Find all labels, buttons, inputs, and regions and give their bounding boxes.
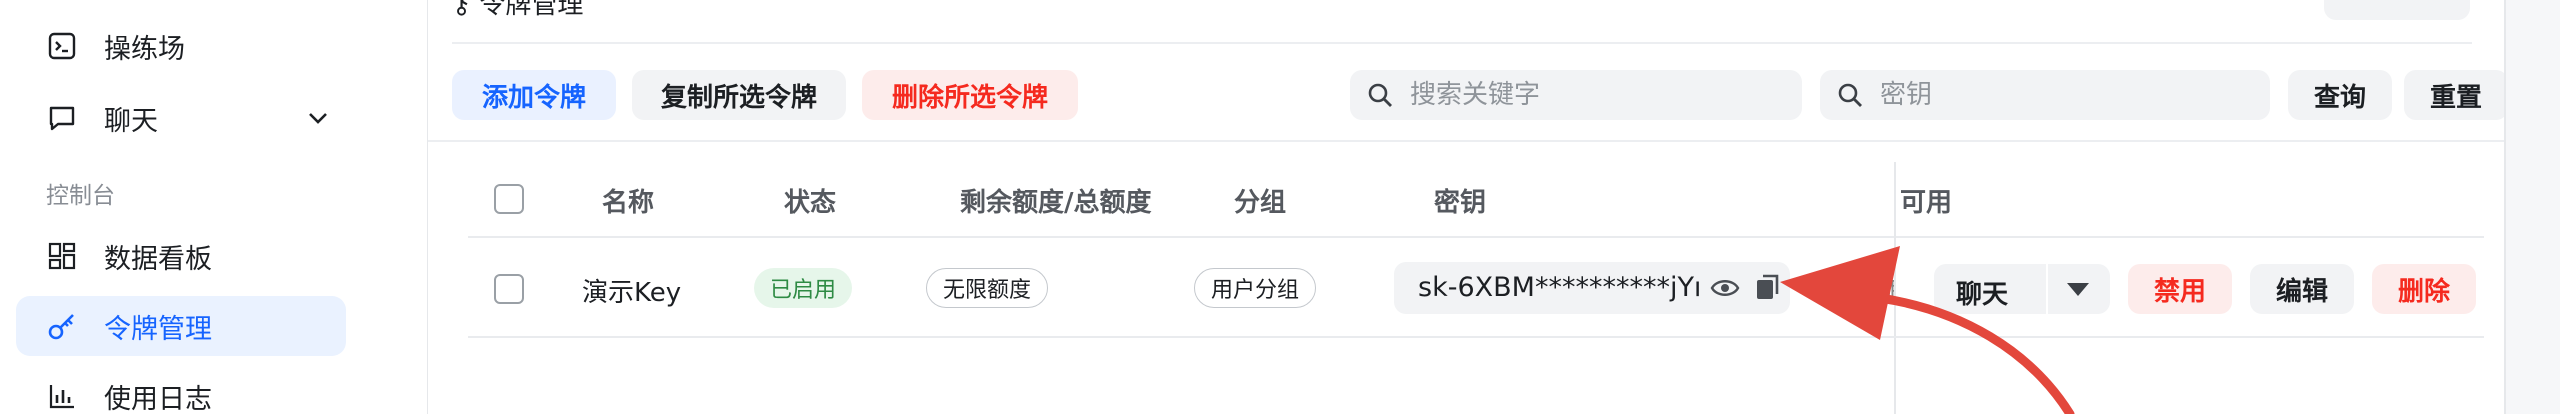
section-label-console: 控制台 — [46, 183, 115, 209]
header-action-button[interactable] — [2324, 0, 2470, 20]
edit-button[interactable]: 编辑 — [2250, 264, 2354, 314]
sidebar-item-label: 聊天 — [104, 105, 158, 137]
sidebar-item-label: 操练场 — [104, 33, 185, 65]
page-title: ⚷ 令牌管理 — [452, 0, 583, 21]
column-header: 密钥 — [1434, 188, 1487, 218]
sidebar-item-playground[interactable]: 操练场 — [16, 16, 346, 76]
key-field: sk-6XBM**********jYı — [1394, 262, 1790, 314]
main-panel: ⚷ 令牌管理 添加令牌 复制所选令牌 删除所选令牌 查询 重置 名称 状态 剩余… — [428, 0, 2508, 414]
disable-button[interactable]: 禁用 — [2128, 264, 2232, 314]
divider — [428, 140, 2504, 142]
dashboard-grid-icon — [46, 240, 78, 272]
column-header: 状态 — [784, 188, 837, 218]
column-header: 可用 — [1900, 188, 1953, 218]
query-button[interactable]: 查询 — [2288, 70, 2392, 120]
sidebar-item-label: 令牌管理 — [104, 313, 212, 345]
column-header: 分组 — [1234, 188, 1287, 218]
divider — [452, 42, 2472, 44]
token-name: 演示Key — [582, 278, 682, 308]
fixed-column-divider — [1894, 162, 1896, 414]
status-badge: 已启用 — [754, 268, 853, 308]
divider — [2046, 264, 2048, 314]
key-search-input[interactable] — [1880, 70, 2160, 120]
sidebar: 操练场 聊天 控制台 数据看板 令牌管理 使用日志 — [0, 0, 428, 414]
divider — [468, 236, 2484, 238]
key-icon: ⚷ — [452, 0, 480, 20]
chat-button[interactable]: 聊天 — [1956, 274, 2008, 311]
search-icon — [1368, 83, 1392, 107]
key-value: sk-6XBM**********jYı — [1418, 272, 1702, 303]
sidebar-item-dashboard[interactable]: 数据看板 — [16, 226, 346, 286]
add-token-button[interactable]: 添加令牌 — [452, 70, 616, 120]
delete-selected-tokens-button[interactable]: 删除所选令牌 — [862, 70, 1078, 120]
sidebar-item-token-management[interactable]: 令牌管理 — [16, 296, 346, 356]
page-background — [2506, 0, 2560, 414]
column-header: 名称 — [602, 188, 655, 218]
dropdown-caret-icon[interactable] — [2064, 278, 2092, 300]
keyword-search-input[interactable] — [1410, 70, 1690, 120]
sidebar-item-usage-log[interactable]: 使用日志 — [16, 366, 346, 414]
eye-icon[interactable] — [1710, 274, 1740, 302]
terminal-icon — [46, 30, 78, 62]
select-all-checkbox[interactable] — [494, 184, 524, 214]
chevron-down-icon[interactable] — [302, 102, 334, 134]
copy-icon[interactable] — [1754, 272, 1782, 302]
sidebar-item-label: 使用日志 — [104, 383, 212, 414]
divider — [468, 336, 2484, 338]
copy-selected-tokens-button[interactable]: 复制所选令牌 — [632, 70, 846, 120]
keyword-search-field[interactable] — [1350, 70, 1802, 120]
sidebar-item-chat[interactable]: 聊天 — [16, 88, 346, 148]
key-search-field[interactable] — [1820, 70, 2270, 120]
table-header: 名称 状态 剩余额度/总额度 分组 密钥 可用 — [468, 162, 2484, 236]
row-checkbox[interactable] — [494, 274, 524, 304]
sidebar-item-label: 数据看板 — [104, 243, 212, 275]
group-badge: 用户分组 — [1194, 268, 1317, 308]
chat-split-button: 聊天 — [1934, 264, 2110, 314]
reset-button[interactable]: 重置 — [2404, 70, 2508, 120]
key-icon — [46, 310, 78, 342]
quota-badge: 无限额度 — [926, 268, 1049, 308]
search-icon — [1838, 83, 1862, 107]
delete-button[interactable]: 删除 — [2372, 264, 2476, 314]
available-cell: 限 — [1880, 278, 1894, 308]
chat-bubble-icon — [46, 102, 78, 134]
bar-chart-icon — [46, 380, 78, 412]
column-header: 剩余额度/总额度 — [960, 188, 1152, 218]
